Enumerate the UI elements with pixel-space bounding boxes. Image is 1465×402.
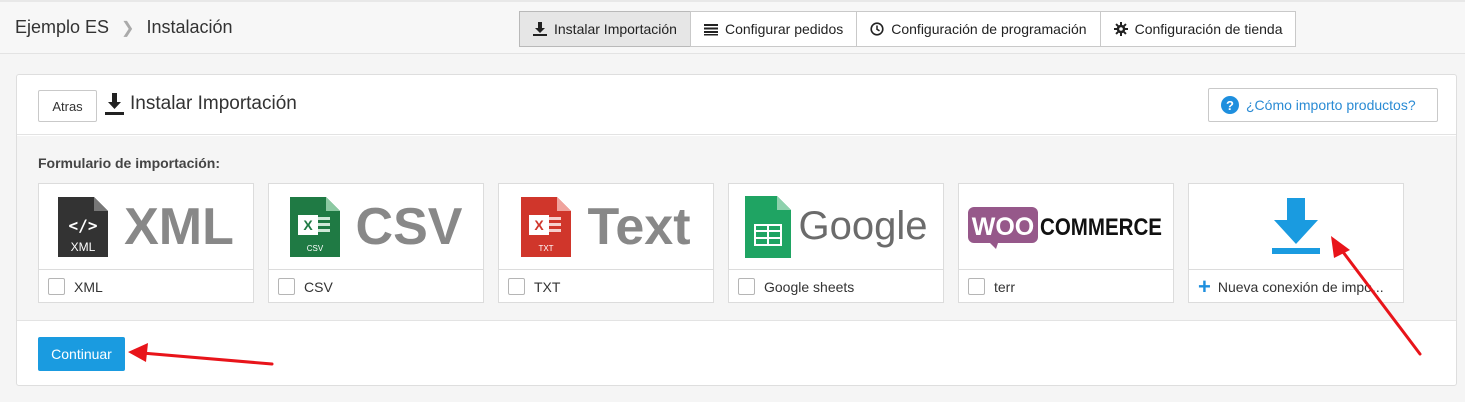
clock-icon <box>870 22 884 36</box>
install-import-panel: Atras Instalar Importación ? ¿Cómo impor… <box>16 74 1457 386</box>
top-bar: Ejemplo ES ❯ Instalación Instalar Import… <box>0 0 1465 54</box>
tab-label: Configuración de tienda <box>1134 21 1283 37</box>
commerce-text: COMMERCE <box>1040 214 1162 241</box>
file-tag: CSV <box>306 244 323 253</box>
import-card-txt[interactable]: X TXT Text TXT <box>498 183 714 303</box>
card-footer: + Nueva conexión de impo... <box>1189 271 1403 302</box>
svg-text:X: X <box>303 217 313 233</box>
tab-configurar-pedidos[interactable]: Configurar pedidos <box>689 11 858 47</box>
select-checkbox[interactable] <box>738 278 755 295</box>
card-footer: terr <box>959 271 1173 302</box>
breadcrumb-store[interactable]: Ejemplo ES <box>15 17 109 38</box>
list-icon <box>703 22 718 36</box>
chevron-right-icon: ❯ <box>121 19 135 37</box>
xml-logo: </> XML XML <box>39 184 253 270</box>
plus-icon: + <box>1198 273 1211 299</box>
csv-logo: X CSV CSV <box>269 184 483 270</box>
svg-text:</>: </> <box>69 216 98 235</box>
xml-file-icon: </> XML <box>58 196 109 257</box>
select-checkbox[interactable] <box>48 278 65 295</box>
card-footer: XML <box>39 271 253 302</box>
import-card-woocommerce[interactable]: WOO COMMERCE terr <box>958 183 1174 303</box>
import-card-csv[interactable]: X CSV CSV CSV <box>268 183 484 303</box>
txt-logo: X TXT Text <box>499 184 713 270</box>
breadcrumb-current: Instalación <box>146 17 233 37</box>
import-card-google-sheets[interactable]: Google Google sheets <box>728 183 944 303</box>
tab-label: Configuración de programación <box>891 21 1087 37</box>
download-icon <box>1272 197 1320 254</box>
card-label: XML <box>74 278 103 295</box>
woo-text: WOO <box>972 213 1035 241</box>
gear-icon <box>1113 22 1128 36</box>
txt-logo-text: Text <box>587 197 691 256</box>
back-button[interactable]: Atras <box>38 90 97 122</box>
import-card-xml[interactable]: </> XML XML XML <box>38 183 254 303</box>
xml-logo-text: XML <box>124 197 234 256</box>
tab-bar: Instalar Importación Configurar pedidos … <box>519 11 1297 47</box>
csv-logo-text: CSV <box>355 197 463 256</box>
tab-instalar-importacion[interactable]: Instalar Importación <box>519 11 691 47</box>
help-label: ¿Cómo importo productos? <box>1246 97 1416 113</box>
card-footer: Google sheets <box>729 271 943 302</box>
tab-label: Configurar pedidos <box>724 21 844 37</box>
card-label: Nueva conexión de impo... <box>1217 278 1384 295</box>
select-checkbox[interactable] <box>278 278 295 295</box>
card-footer: TXT <box>499 271 713 302</box>
form-label: Formulario de importación: <box>38 155 221 171</box>
help-import-button[interactable]: ? ¿Cómo importo productos? <box>1208 88 1438 122</box>
panel-header: Atras Instalar Importación ? ¿Cómo impor… <box>17 75 1456 135</box>
panel-title: Instalar Importación <box>105 93 297 115</box>
svg-text:X: X <box>535 217 545 233</box>
google-sheets-logo: Google <box>729 184 943 270</box>
import-form-section: Formulario de importación: </> XML XML X… <box>17 136 1456 321</box>
card-label: TXT <box>534 278 561 295</box>
card-label: Google sheets <box>764 278 855 295</box>
import-source-cards: </> XML XML XML X CSV CSV CSV X TXT Text… <box>38 183 1418 303</box>
card-label: terr <box>994 278 1015 295</box>
question-circle-icon: ? <box>1221 96 1239 114</box>
tab-configuracion-tienda[interactable]: Configuración de tienda <box>1099 11 1297 47</box>
google-sheets-icon <box>744 195 791 258</box>
google-logo-text: Google <box>798 204 928 248</box>
continue-button[interactable]: Continuar <box>38 337 125 371</box>
download-icon <box>533 22 547 36</box>
select-checkbox[interactable] <box>968 278 985 295</box>
download-icon <box>105 93 124 115</box>
tab-label: Instalar Importación <box>554 21 677 37</box>
panel-title-text: Instalar Importación <box>130 93 297 114</box>
card-label: CSV <box>304 278 333 295</box>
file-tag: XML <box>71 240 96 254</box>
breadcrumb: Ejemplo ES ❯ Instalación <box>15 17 233 38</box>
csv-file-icon: X CSV <box>289 196 340 257</box>
import-card-new-connection[interactable]: + Nueva conexión de impo... <box>1188 183 1404 303</box>
woocommerce-logo: WOO COMMERCE <box>959 184 1173 270</box>
txt-file-icon: X TXT <box>521 196 572 257</box>
file-tag: TXT <box>539 244 554 253</box>
select-checkbox[interactable] <box>508 278 525 295</box>
new-connection-logo <box>1189 184 1403 270</box>
tab-configuracion-programacion[interactable]: Configuración de programación <box>856 11 1101 47</box>
card-footer: CSV <box>269 271 483 302</box>
